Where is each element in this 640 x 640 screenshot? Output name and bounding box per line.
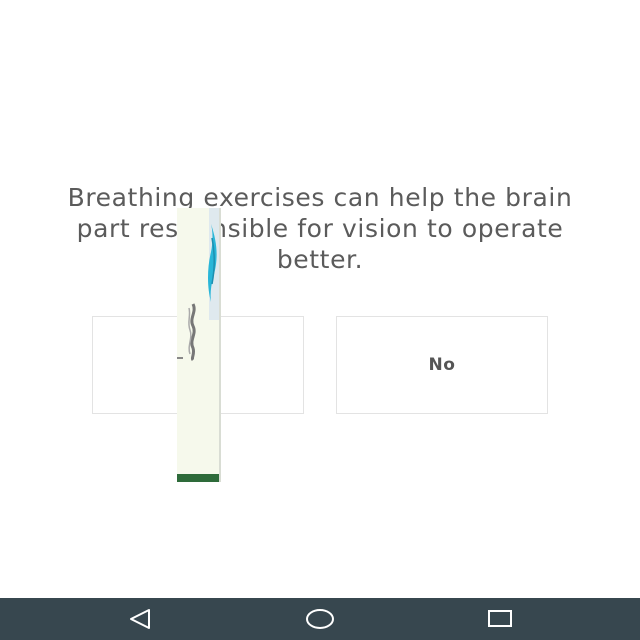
back-icon: [130, 609, 150, 629]
ad-banner-bar: [177, 474, 219, 482]
home-button[interactable]: [280, 598, 360, 640]
recent-apps-icon: [488, 610, 512, 627]
home-icon: [306, 609, 334, 629]
no-button[interactable]: No: [336, 316, 548, 414]
recent-apps-button[interactable]: [460, 598, 540, 640]
system-nav-bar: [0, 598, 640, 640]
question-text: Breathing exercises can help the brain p…: [67, 183, 573, 274]
back-button[interactable]: [100, 598, 180, 640]
ad-banner-graphic: [177, 224, 217, 362]
app-screen: Breathing exercises can help the brain p…: [0, 0, 640, 640]
quiz-content: Breathing exercises can help the brain p…: [0, 0, 640, 598]
ad-banner[interactable]: [177, 208, 221, 482]
